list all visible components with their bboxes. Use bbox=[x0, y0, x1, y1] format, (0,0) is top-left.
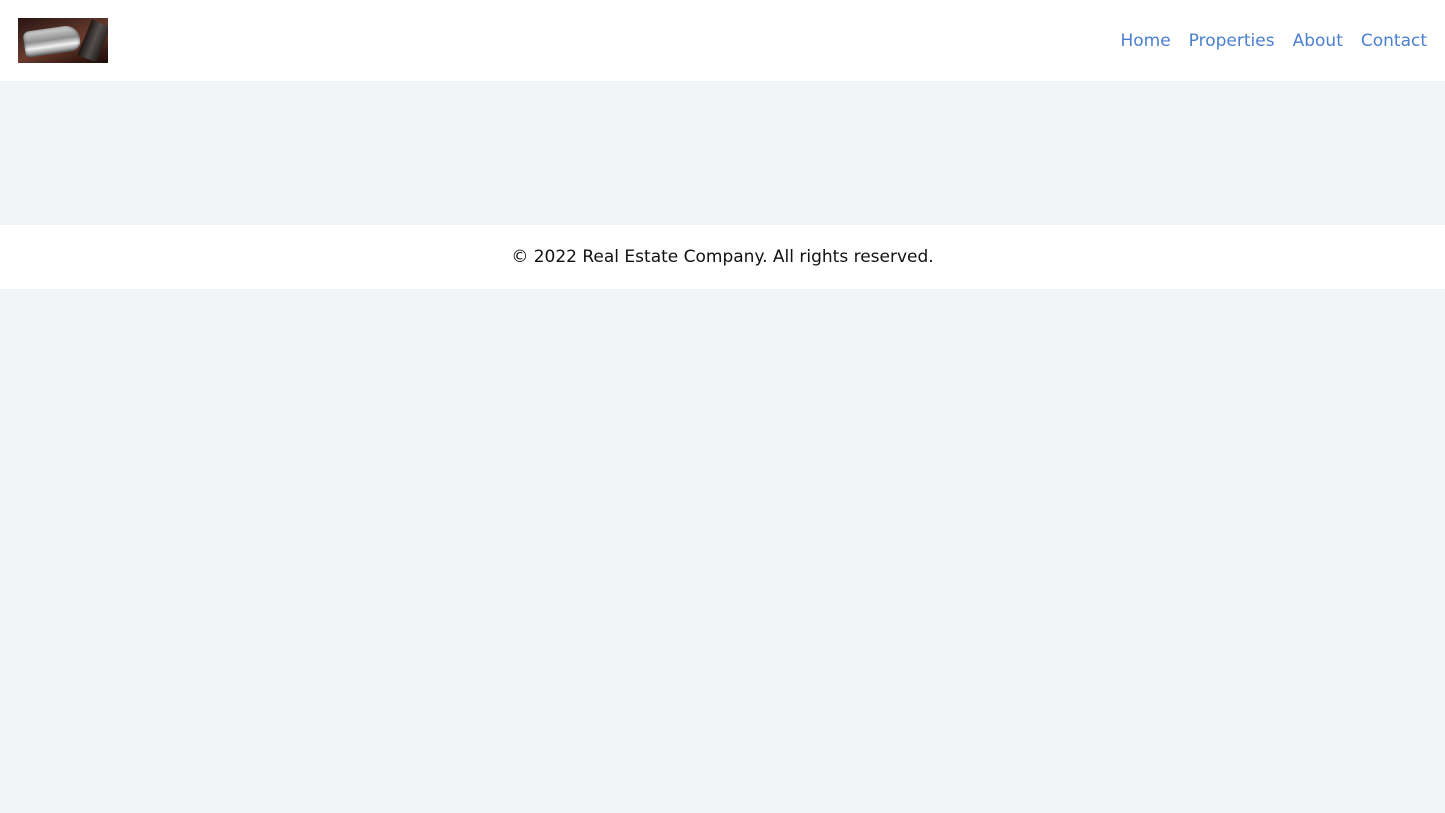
logo-stripe-shape bbox=[77, 19, 108, 63]
nav-link-home[interactable]: Home bbox=[1120, 31, 1170, 51]
nav-link-properties[interactable]: Properties bbox=[1189, 31, 1275, 51]
nav-link-about[interactable]: About bbox=[1293, 31, 1343, 51]
site-header: Home Properties About Contact bbox=[0, 0, 1445, 81]
nav-link-contact[interactable]: Contact bbox=[1361, 31, 1427, 51]
site-footer: © 2022 Real Estate Company. All rights r… bbox=[0, 225, 1445, 289]
copyright-text: © 2022 Real Estate Company. All rights r… bbox=[511, 247, 934, 267]
logo-image[interactable] bbox=[18, 18, 108, 63]
main-nav: Home Properties About Contact bbox=[1120, 31, 1427, 51]
logo-chrome-shape bbox=[22, 24, 82, 58]
